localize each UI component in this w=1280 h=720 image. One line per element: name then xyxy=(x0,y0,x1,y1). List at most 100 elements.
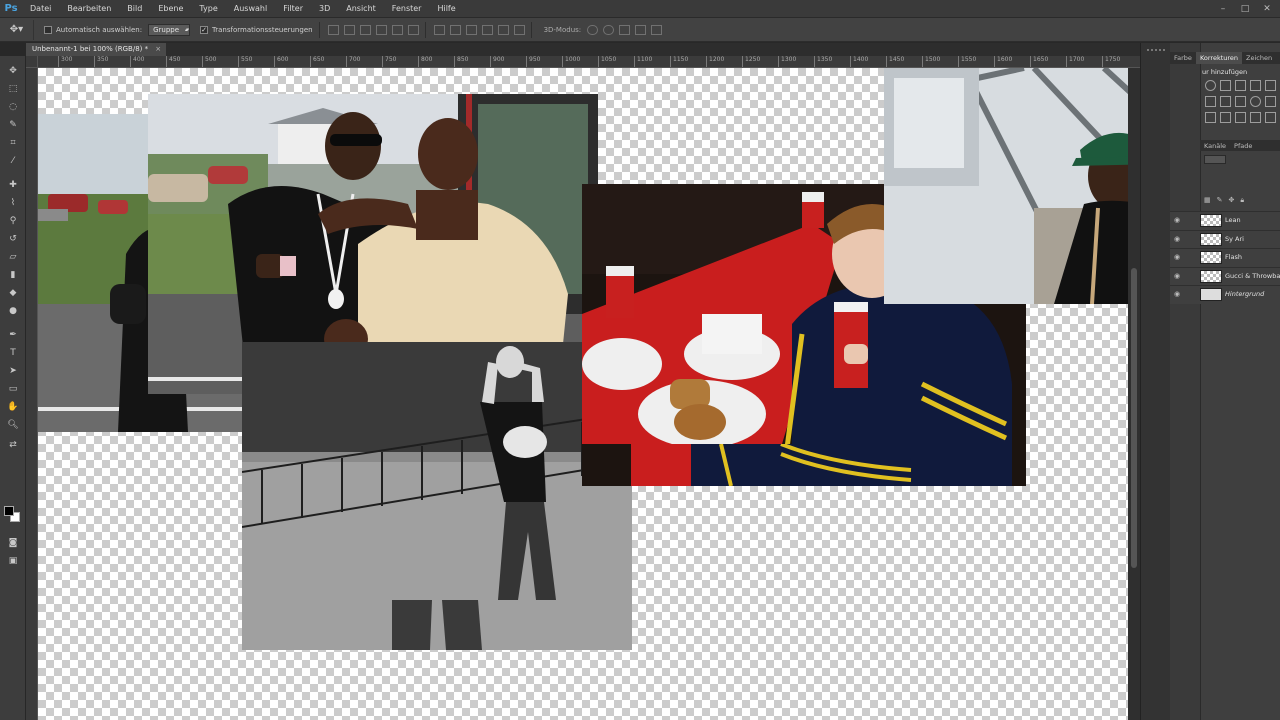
gradient-tool-icon[interactable]: ▮ xyxy=(4,268,22,282)
layer-name[interactable]: Flash xyxy=(1225,249,1242,266)
quick-select-tool-icon[interactable]: ✎ xyxy=(4,118,22,132)
menu-ansicht[interactable]: Ansicht xyxy=(338,0,384,18)
layer-row[interactable]: ◉ Flash xyxy=(1170,248,1280,267)
align-right-icon[interactable] xyxy=(407,24,419,35)
default-colors-icon[interactable]: ⇄ xyxy=(4,438,22,452)
transform-controls-box[interactable]: ✓ xyxy=(200,25,209,34)
layer-row[interactable]: ◉ Hintergrund xyxy=(1170,285,1280,304)
tab-pfade[interactable]: Pfade xyxy=(1230,140,1256,151)
quick-mask-icon[interactable]: ◙ xyxy=(4,536,22,550)
dodge-tool-icon[interactable]: ● xyxy=(4,304,22,318)
tab-farbe[interactable]: Farbe xyxy=(1170,52,1196,64)
vibrance-icon[interactable] xyxy=(1265,80,1276,91)
healing-brush-tool-icon[interactable]: ✚ xyxy=(4,178,22,192)
posterize-icon[interactable] xyxy=(1220,112,1231,123)
menu-hilfe[interactable]: Hilfe xyxy=(429,0,463,18)
invert-icon[interactable] xyxy=(1205,112,1216,123)
hue-saturation-icon[interactable] xyxy=(1205,96,1216,107)
menu-3d[interactable]: 3D xyxy=(311,0,338,18)
layer-row[interactable]: ◉ Sy Ari xyxy=(1170,229,1280,248)
history-brush-tool-icon[interactable]: ↺ xyxy=(4,232,22,246)
tab-kanaele[interactable]: Kanäle xyxy=(1200,140,1230,151)
layer-name[interactable]: Gucci & Throwba xyxy=(1225,268,1280,285)
visibility-eye-icon[interactable]: ◉ xyxy=(1174,290,1184,298)
menu-bild[interactable]: Bild xyxy=(119,0,150,18)
align-hcenter-icon[interactable] xyxy=(391,24,403,35)
marquee-tool-icon[interactable]: ⬚ xyxy=(4,82,22,96)
type-tool-icon[interactable]: T xyxy=(4,346,22,360)
hand-tool-icon[interactable]: ✋ xyxy=(4,400,22,414)
3d-scale-icon[interactable] xyxy=(651,24,663,35)
layer-row[interactable]: ◉ Gucci & Throwba xyxy=(1170,266,1280,285)
blend-mode-select[interactable] xyxy=(1204,155,1226,164)
visibility-eye-icon[interactable]: ◉ xyxy=(1174,235,1184,243)
lock-brush-icon[interactable]: ✎ xyxy=(1217,196,1223,205)
foreground-color-swatch[interactable] xyxy=(4,506,14,516)
tab-korrekturen[interactable]: Korrekturen xyxy=(1195,52,1243,64)
path-select-tool-icon[interactable]: ➤ xyxy=(4,364,22,378)
black-white-icon[interactable] xyxy=(1235,96,1246,107)
align-bottom-icon[interactable] xyxy=(359,24,371,35)
3d-pan-icon[interactable] xyxy=(619,24,631,35)
menu-ebene[interactable]: Ebene xyxy=(150,0,191,18)
menu-auswahl[interactable]: Auswahl xyxy=(226,0,275,18)
gradient-map-icon[interactable] xyxy=(1250,112,1261,123)
lock-all-icon[interactable]: 🔒︎ xyxy=(1240,196,1244,205)
distribute-left-icon[interactable] xyxy=(481,24,493,35)
blur-tool-icon[interactable]: ◆ xyxy=(4,286,22,300)
auto-select-checkbox[interactable]: Automatisch auswählen: xyxy=(44,25,142,34)
screen-mode-icon[interactable]: ▣ xyxy=(4,554,22,568)
distribute-hcenter-icon[interactable] xyxy=(497,24,509,35)
menu-fenster[interactable]: Fenster xyxy=(384,0,430,18)
distribute-bottom-icon[interactable] xyxy=(465,24,477,35)
align-top-icon[interactable] xyxy=(327,24,339,35)
threshold-icon[interactable] xyxy=(1235,112,1246,123)
layer-name[interactable]: Hintergrund xyxy=(1225,286,1264,303)
pen-tool-icon[interactable]: ✒ xyxy=(4,328,22,342)
close-window-icon[interactable]: ✕ xyxy=(1256,0,1278,18)
exposure-icon[interactable] xyxy=(1250,80,1261,91)
move-tool-icon[interactable]: ✥ xyxy=(4,64,22,78)
align-vcenter-icon[interactable] xyxy=(343,24,355,35)
menu-datei[interactable]: Datei xyxy=(22,0,59,18)
document-tab[interactable]: Unbenannt-1 bei 100% (RGB/8) * × xyxy=(26,43,167,56)
layer-row[interactable]: ◉ Lean xyxy=(1170,211,1280,230)
vertical-ruler[interactable] xyxy=(26,68,38,720)
ruler-corner[interactable] xyxy=(26,56,38,68)
lock-pixels-icon[interactable]: ▦ xyxy=(1204,196,1211,205)
align-left-icon[interactable] xyxy=(375,24,387,35)
tab-zeichen[interactable]: Zeichen xyxy=(1242,52,1276,64)
panel-grip[interactable] xyxy=(1147,49,1165,53)
auto-select-dropdown[interactable]: Gruppe xyxy=(148,23,191,36)
eraser-tool-icon[interactable]: ▱ xyxy=(4,250,22,264)
auto-select-box[interactable] xyxy=(44,25,52,34)
photo-layer-sy-ari[interactable] xyxy=(884,68,1128,304)
close-tab-icon[interactable]: × xyxy=(155,43,161,56)
brush-tool-icon[interactable]: ⌇ xyxy=(4,196,22,210)
lasso-tool-icon[interactable]: ◌ xyxy=(4,100,22,114)
horizontal-ruler[interactable]: 300 350 400 450 500 550 600 650 700 750 800 850 900 9… xyxy=(38,56,1140,68)
menu-filter[interactable]: Filter xyxy=(275,0,311,18)
menu-bearbeiten[interactable]: Bearbeiten xyxy=(59,0,119,18)
photo-filter-icon[interactable] xyxy=(1250,96,1261,107)
visibility-eye-icon[interactable]: ◉ xyxy=(1174,272,1184,280)
layer-name[interactable]: Lean xyxy=(1225,212,1241,229)
minimize-icon[interactable]: – xyxy=(1212,0,1234,18)
crop-tool-icon[interactable]: ⌗ xyxy=(4,136,22,150)
move-tool-preset-icon[interactable]: ✥▾ xyxy=(0,19,34,40)
photo-layer-lean-strip[interactable] xyxy=(631,444,935,486)
menu-type[interactable]: Type xyxy=(191,0,225,18)
visibility-eye-icon[interactable]: ◉ xyxy=(1174,253,1184,261)
3d-rotate-icon[interactable] xyxy=(587,24,599,35)
levels-icon[interactable] xyxy=(1220,80,1231,91)
brightness-icon[interactable] xyxy=(1205,80,1216,91)
photo-layer-flash[interactable] xyxy=(242,342,632,650)
distribute-top-icon[interactable] xyxy=(433,24,445,35)
document-canvas[interactable] xyxy=(38,68,1128,720)
scrollbar-thumb[interactable] xyxy=(1131,268,1137,568)
vertical-scrollbar[interactable] xyxy=(1128,68,1140,720)
layer-name[interactable]: Sy Ari xyxy=(1225,231,1244,248)
channel-mixer-icon[interactable] xyxy=(1265,96,1276,107)
lock-move-icon[interactable]: ✥ xyxy=(1229,196,1235,205)
color-balance-icon[interactable] xyxy=(1220,96,1231,107)
